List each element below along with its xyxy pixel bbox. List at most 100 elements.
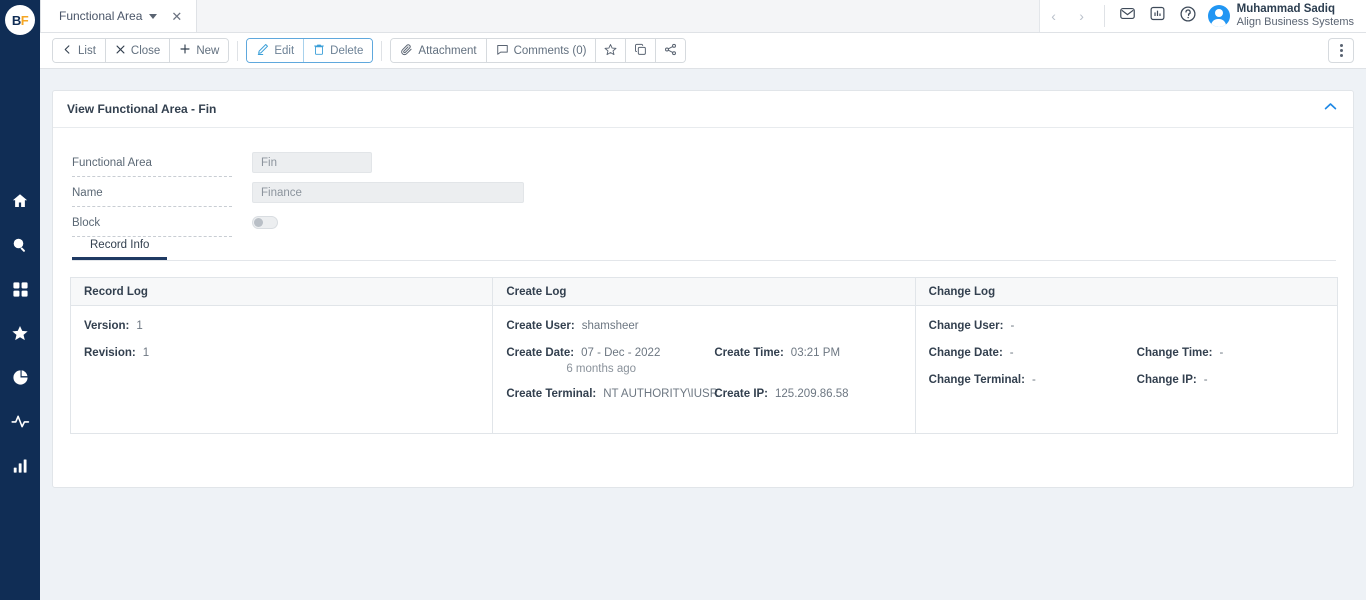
pie-chart-icon [12,369,29,386]
log-row-change-date: Change Date: - Change Time: - [929,347,1324,359]
app-logo[interactable]: BF [5,5,35,35]
edit-button[interactable]: Edit [247,39,305,62]
create-date-group: Create Date: 07 - Dec - 2022 [506,347,714,359]
delete-button[interactable]: Delete [304,39,373,62]
attachment-button[interactable]: Attachment [391,39,487,62]
create-time-group: Create Time: 03:21 PM [714,347,840,359]
mail-icon [1119,5,1136,27]
trash-icon [313,43,325,59]
nav-next-button[interactable]: › [1068,0,1096,32]
change-terminal-value: - [1031,374,1036,386]
panel-tab-bar: Record Info [72,233,1336,261]
delete-button-label: Delete [330,44,364,57]
document-tab[interactable]: Functional Area ✕ [40,0,198,32]
help-button[interactable] [1173,0,1203,32]
block-toggle[interactable] [252,216,278,229]
create-log-body: Create User: shamsheer Create Date: 07 -… [493,306,914,400]
favorite-button[interactable] [596,39,627,62]
more-options-button[interactable] [1328,38,1354,63]
functional-area-input[interactable]: Fin [252,152,372,173]
create-time-key: Create Time: [714,347,784,359]
create-time-value: 03:21 PM [790,347,841,359]
avatar-head [1214,9,1223,17]
logo-letter-f: F [20,12,29,28]
top-right-cluster: ‹ › Muhammad Sadiq Align Business System… [1038,0,1366,32]
close-button[interactable]: Close [105,39,171,62]
record-log-body: Version: 1 Revision: 1 [71,306,492,359]
change-log-body: Change User: - Change Date: - Change Tim… [916,306,1337,386]
close-icon[interactable]: ✕ [171,10,182,23]
share-icon [664,43,677,59]
sidebar-item-home[interactable] [9,190,31,212]
sidebar-nav [9,190,31,476]
edit-button-label: Edit [274,44,295,57]
star-icon [604,43,617,59]
form-row-name: Name Finance [72,178,1353,207]
change-date-value: - [1009,347,1014,359]
comments-button[interactable]: Comments (0) [486,39,597,62]
toggle-knob [254,218,263,227]
log-grid: Record Log Version: 1 Revision: 1 Create… [70,277,1338,434]
name-input[interactable]: Finance [252,182,524,203]
change-time-key: Change Time: [1136,347,1213,359]
help-icon [1179,5,1197,28]
create-terminal-value: NT AUTHORITY\IUSR [603,388,719,400]
sidebar-item-favorites[interactable] [9,322,31,344]
chart-icon [1149,5,1166,27]
create-date-key: Create Date: [506,347,575,359]
document-tab-label: Functional Area [59,9,143,23]
sidebar-item-analytics[interactable] [9,454,31,476]
new-button-label: New [196,44,220,57]
duplicate-button[interactable] [626,39,657,62]
user-info[interactable]: Muhammad Sadiq Align Business Systems [1237,2,1360,30]
share-button[interactable] [656,39,686,62]
sidebar-item-reports[interactable] [9,366,31,388]
tab-record-info[interactable]: Record Info [72,233,168,260]
version-value: 1 [136,320,143,332]
nav-prev-button[interactable]: ‹ [1040,0,1068,32]
toolbar-divider [237,40,239,61]
sidebar-item-search[interactable] [9,234,31,256]
tab-strip-spacer [197,0,1038,32]
chevron-down-icon[interactable] [149,14,158,19]
nav-button-group: List Close New [52,38,230,63]
create-ip-value: 125.209.86.58 [775,388,849,400]
dot [1339,49,1343,52]
user-org: Align Business Systems [1236,16,1354,29]
avatar[interactable] [1207,5,1230,27]
new-button[interactable]: New [170,39,229,62]
create-ip-group: Create IP: 125.209.86.58 [714,388,848,400]
create-date-relative: 6 months ago [566,363,637,375]
view-panel: View Functional Area - Fin Functional Ar… [52,90,1354,488]
comments-button-label: Comments (0) [513,44,587,57]
reports-button[interactable] [1143,0,1173,32]
name-label: Name [72,187,232,207]
sidebar-item-apps[interactable] [9,278,31,300]
top-tab-strip: Functional Area ✕ ‹ › Muhammad Sadiq Ali… [40,0,1366,33]
change-ip-value: - [1203,374,1208,386]
log-row-create-terminal: Create Terminal: NT AUTHORITY\IUSR Creat… [506,388,901,400]
create-user-key: Create User: [506,320,575,332]
collapse-panel-button[interactable] [1322,98,1339,120]
comment-icon [496,43,509,59]
chevron-left-icon [62,44,73,58]
change-user-key: Change User: [928,320,1004,332]
panel-header: View Functional Area - Fin [53,91,1353,128]
create-log-column: Create Log Create User: shamsheer Create… [493,278,916,433]
change-user-value: - [1010,320,1015,332]
record-log-header: Record Log [71,278,493,306]
change-log-header: Change Log [915,278,1337,306]
list-button[interactable]: List [53,39,106,62]
logo-letter-b: B [11,12,21,28]
mail-button[interactable] [1113,0,1143,32]
sidebar-item-activity[interactable] [9,410,31,432]
log-row-create-date: Create Date: 07 - Dec - 2022 Create Time… [506,347,901,359]
form-row-functional-area: Functional Area Fin [72,148,1353,177]
create-terminal-key: Create Terminal: [506,388,597,400]
log-row-create-user: Create User: shamsheer [506,320,901,332]
change-terminal-key: Change Terminal: [928,374,1025,386]
left-sidebar: BF [0,0,40,600]
log-row-revision: Revision: 1 [84,347,479,359]
list-button-label: List [78,44,96,57]
main-content: View Functional Area - Fin Functional Ar… [40,69,1366,600]
